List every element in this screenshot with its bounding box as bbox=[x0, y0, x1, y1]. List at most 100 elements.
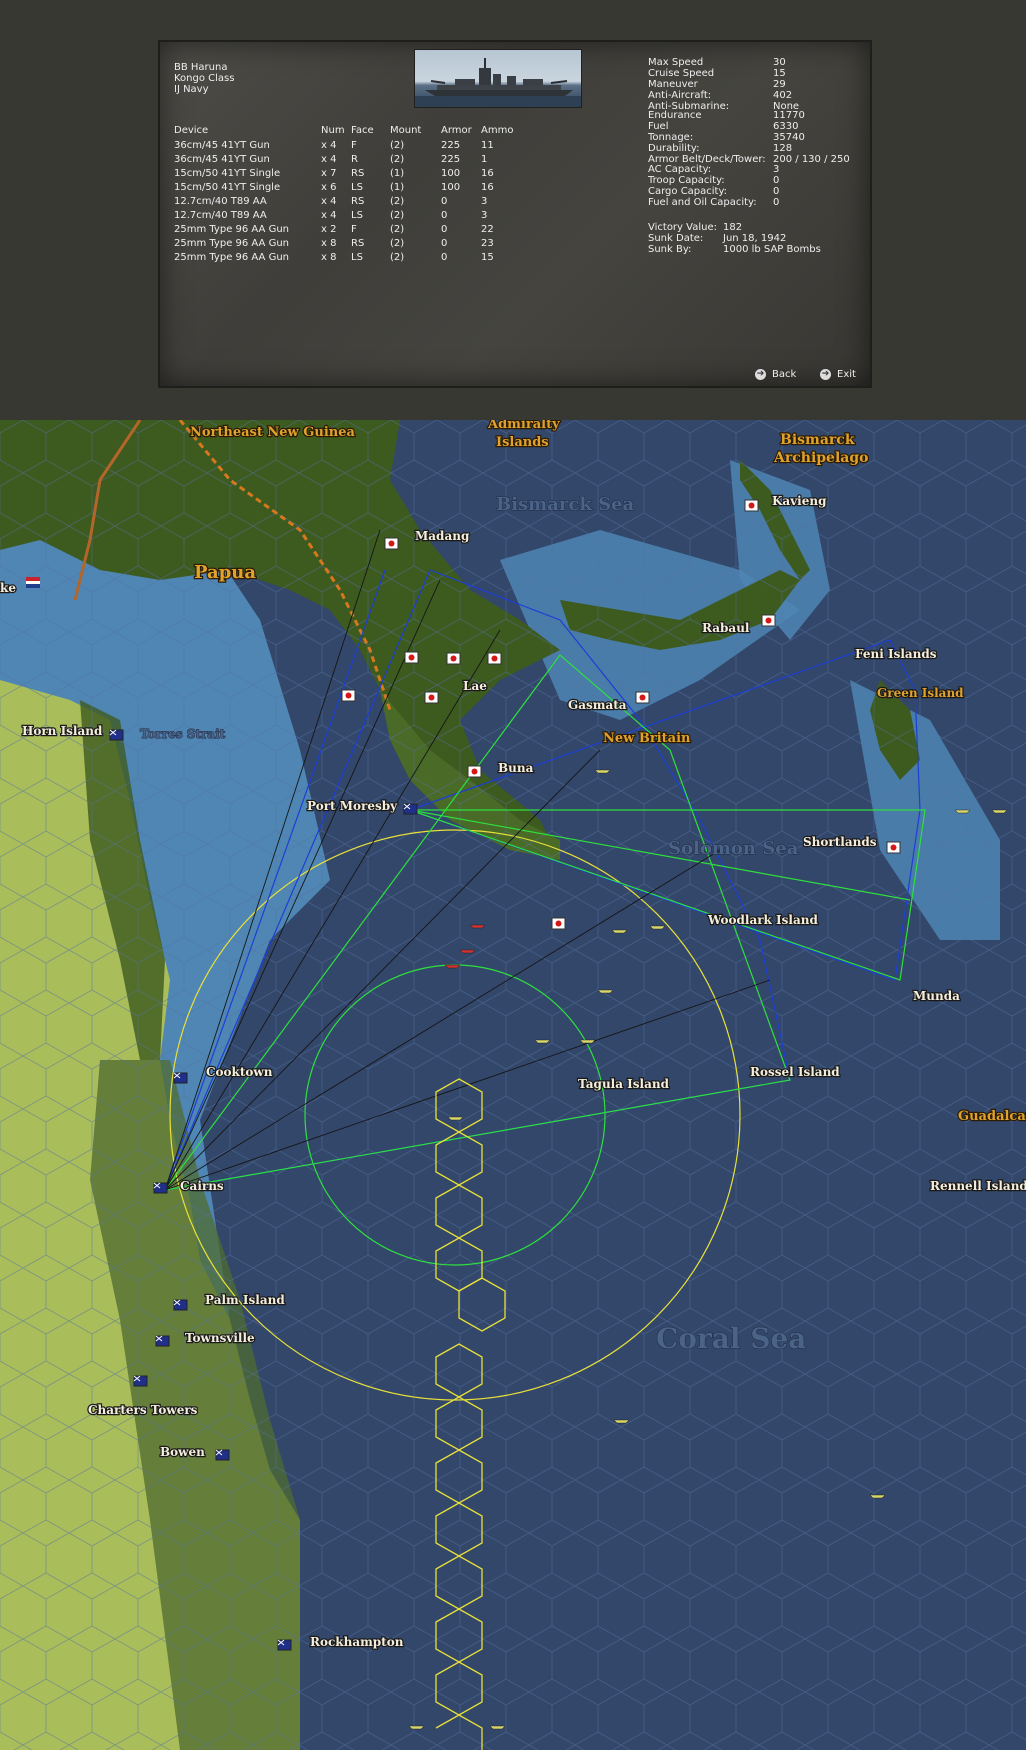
device-name: 15cm/50 41YT Single bbox=[174, 181, 281, 193]
naval-unit-icon[interactable] bbox=[469, 924, 486, 929]
place-palm-island: Palm Island bbox=[205, 1293, 285, 1307]
stat-value: 128 bbox=[773, 143, 793, 154]
japan-base-flag-icon[interactable] bbox=[424, 691, 439, 704]
stat-label: Troop Capacity: bbox=[648, 175, 725, 186]
table-row: 15cm/50 41YT Single x 7 RS (1) 100 16 bbox=[174, 166, 521, 180]
strategic-map[interactable]: Northeast New Guinea Admiralty Islands B… bbox=[0, 420, 1026, 1750]
naval-unit-icon[interactable] bbox=[447, 1116, 464, 1121]
device-name: 12.7cm/40 T89 AA bbox=[174, 209, 267, 221]
japan-base-flag-icon[interactable] bbox=[446, 652, 461, 665]
table-row: 25mm Type 96 AA Gun x 8 RS (2) 0 23 bbox=[174, 236, 521, 250]
device-armor: 100 bbox=[441, 181, 461, 193]
device-mount: (1) bbox=[390, 181, 405, 193]
naval-unit-icon[interactable] bbox=[459, 949, 476, 954]
device-ammo: 3 bbox=[481, 209, 488, 221]
device-face: F bbox=[351, 223, 357, 235]
stat-label: AC Capacity: bbox=[648, 164, 712, 175]
stat-row: Tonnage: 35740 bbox=[648, 132, 805, 143]
device-mount: (2) bbox=[390, 223, 405, 235]
naval-unit-icon[interactable] bbox=[408, 1725, 425, 1730]
dutch-flag-icon[interactable] bbox=[26, 577, 40, 588]
japan-base-flag-icon[interactable] bbox=[635, 691, 650, 704]
table-row: 25mm Type 96 AA Gun x 2 F (2) 0 22 bbox=[174, 222, 521, 236]
device-face: LS bbox=[351, 251, 363, 263]
allied-base-flag-icon[interactable] bbox=[153, 1182, 168, 1194]
place-madang: Madang bbox=[415, 529, 470, 543]
allied-base-flag-icon[interactable] bbox=[215, 1449, 230, 1461]
stat-label: Fuel bbox=[648, 121, 669, 132]
stat-row: Anti-Aircraft: 402 bbox=[648, 90, 792, 101]
back-button[interactable]: ➔ Back bbox=[755, 369, 796, 383]
naval-unit-icon[interactable] bbox=[954, 809, 971, 814]
battleship-photo bbox=[414, 49, 582, 108]
naval-unit-icon[interactable] bbox=[597, 989, 614, 994]
naval-unit-icon[interactable] bbox=[594, 769, 611, 774]
header-face: Face bbox=[351, 124, 374, 136]
region-islands: Islands bbox=[496, 435, 549, 450]
allied-base-flag-icon[interactable] bbox=[109, 729, 124, 741]
japan-base-flag-icon[interactable] bbox=[384, 537, 399, 550]
device-mount: (2) bbox=[390, 153, 405, 165]
device-table-header: Device Num Face Mount Armor Ammo bbox=[174, 122, 521, 138]
device-name: 36cm/45 41YT Gun bbox=[174, 139, 270, 151]
japan-base-flag-icon[interactable] bbox=[341, 689, 356, 702]
place-cooktown: Cooktown bbox=[206, 1065, 273, 1079]
allied-base-flag-icon[interactable] bbox=[155, 1335, 170, 1347]
place-rabaul: Rabaul bbox=[702, 621, 750, 635]
ship-identity: BB Haruna Kongo Class IJ Navy bbox=[174, 62, 234, 95]
allied-base-flag-icon[interactable] bbox=[173, 1072, 188, 1084]
naval-unit-icon[interactable] bbox=[489, 1725, 506, 1730]
device-face: RS bbox=[351, 195, 365, 207]
naval-unit-icon[interactable] bbox=[444, 964, 461, 969]
stats-endurance: Endurance 11770 Fuel 6330 Tonnage: 35740 Durab… bbox=[648, 110, 850, 165]
device-ammo: 16 bbox=[481, 181, 494, 193]
device-mount: (1) bbox=[390, 167, 405, 179]
table-row: 36cm/45 41YT Gun x 4 R (2) 225 1 bbox=[174, 152, 521, 166]
naval-unit-icon[interactable] bbox=[649, 925, 666, 930]
place-tagula-island: Tagula Island bbox=[578, 1077, 670, 1091]
device-armor: 0 bbox=[441, 251, 448, 263]
stat-row: Maneuver 29 bbox=[648, 79, 786, 90]
japan-base-flag-icon[interactable] bbox=[467, 765, 482, 778]
naval-unit-icon[interactable] bbox=[869, 1494, 886, 1499]
device-armor: 100 bbox=[441, 167, 461, 179]
stat-value: 15 bbox=[773, 68, 786, 79]
stat-row: Sunk Date: Jun 18, 1942 bbox=[648, 233, 786, 244]
stat-label: Max Speed bbox=[648, 57, 704, 68]
device-num: x 6 bbox=[321, 181, 337, 193]
stat-row: Sunk By: 1000 lb SAP Bombs bbox=[648, 244, 821, 255]
allied-base-flag-icon[interactable] bbox=[403, 803, 418, 815]
japan-base-flag-icon[interactable] bbox=[744, 499, 759, 512]
place-port-moresby: Port Moresby bbox=[307, 799, 398, 813]
place-feni-islands: Feni Islands bbox=[855, 647, 937, 661]
stat-label: Durability: bbox=[648, 143, 700, 154]
header-mount: Mount bbox=[390, 124, 422, 136]
region-archipelago: Archipelago bbox=[773, 450, 868, 466]
japan-base-flag-icon[interactable] bbox=[761, 614, 776, 627]
allied-base-flag-icon[interactable] bbox=[133, 1375, 148, 1387]
stat-row: AC Capacity: 3 bbox=[648, 164, 779, 175]
place-rossel-island: Rossel Island bbox=[750, 1065, 840, 1079]
exit-button[interactable]: ➔ Exit bbox=[820, 369, 856, 383]
stat-value: 0 bbox=[773, 186, 780, 197]
naval-unit-icon[interactable] bbox=[534, 1039, 551, 1044]
place-torres-strait: Torres Strait bbox=[140, 727, 226, 741]
stat-row: Cruise Speed 15 bbox=[648, 68, 786, 79]
japan-base-flag-icon[interactable] bbox=[886, 841, 901, 854]
stat-row: Victory Value: 182 bbox=[648, 222, 742, 233]
japan-base-flag-icon[interactable] bbox=[404, 651, 419, 664]
naval-unit-icon[interactable] bbox=[613, 1419, 630, 1424]
allied-base-flag-icon[interactable] bbox=[277, 1639, 292, 1651]
ship-info-panel: BB Haruna Kongo Class IJ Navy Device Num… bbox=[158, 40, 872, 388]
stats-capacity: AC Capacity: 3 Troop Capacity: 0 Cargo Capac… bbox=[648, 164, 779, 208]
naval-unit-icon[interactable] bbox=[611, 929, 628, 934]
ship-navy: IJ Navy bbox=[174, 84, 209, 95]
japan-base-flag-icon[interactable] bbox=[551, 917, 566, 930]
stat-label: Anti-Aircraft: bbox=[648, 90, 712, 101]
naval-unit-icon[interactable] bbox=[579, 1039, 596, 1044]
japan-base-flag-icon[interactable] bbox=[487, 652, 502, 665]
device-num: x 4 bbox=[321, 195, 337, 207]
stat-label: Cargo Capacity: bbox=[648, 186, 728, 197]
naval-unit-icon[interactable] bbox=[991, 809, 1008, 814]
allied-base-flag-icon[interactable] bbox=[173, 1299, 188, 1311]
